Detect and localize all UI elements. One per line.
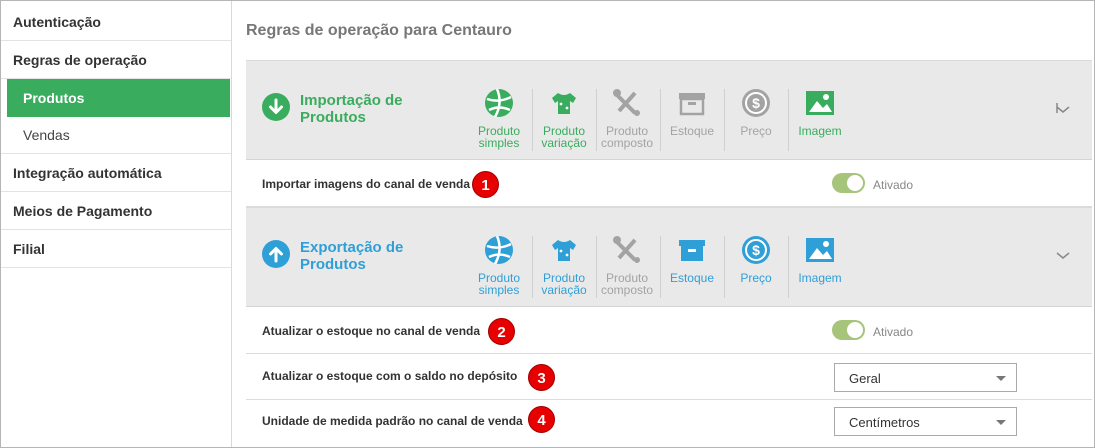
shirt-icon: [548, 234, 580, 266]
export-row-saldo-deposito: Atualizar o estoque com o saldo no depós…: [246, 354, 1092, 400]
chevron-down-icon[interactable]: [1054, 246, 1072, 264]
image-icon: [804, 87, 836, 119]
tools-icon: [611, 87, 643, 119]
import-op-imagem[interactable]: Imagem: [788, 87, 852, 137]
export-op-estoque[interactable]: Estoque: [660, 234, 724, 284]
import-op-produto-composto[interactable]: Produto composto: [595, 87, 659, 149]
arrow-down-circle-icon: [262, 93, 290, 121]
box-icon: [676, 234, 708, 266]
sidebar-item-regras-de-operacao[interactable]: Regras de operação: [1, 41, 231, 79]
sidebar-item-produtos[interactable]: Produtos: [7, 79, 230, 117]
export-op-produto-variacao[interactable]: Produto variação: [532, 234, 596, 296]
import-section-title: Importação de Produtos: [300, 92, 403, 126]
export-section-header[interactable]: Exportação de Produtos Produto simples Pr…: [246, 207, 1092, 307]
step-badge: 1: [472, 171, 499, 198]
import-op-produto-simples[interactable]: Produto simples: [467, 87, 531, 149]
dollar-icon: $: [740, 87, 772, 119]
dollar-icon: $: [740, 234, 772, 266]
import-op-produto-variacao[interactable]: Produto variação: [532, 87, 596, 149]
import-row-importar-imagens: Importar imagens do canal de venda 1 Ati…: [246, 161, 1092, 207]
import-section-header[interactable]: Importação de Produtos Produto simples Pr…: [246, 60, 1092, 160]
step-badge: 4: [528, 406, 555, 433]
box-icon: [676, 87, 708, 119]
export-row-atualizar-estoque: Atualizar o estoque no canal de venda 2 …: [246, 308, 1092, 354]
toggle-knob: [847, 322, 863, 338]
toggle-knob: [847, 175, 863, 191]
export-op-produto-simples[interactable]: Produto simples: [467, 234, 531, 296]
sidebar-item-vendas[interactable]: Vendas: [1, 116, 231, 154]
sidebar-item-filial[interactable]: Filial: [1, 230, 231, 268]
svg-text:$: $: [752, 242, 760, 258]
sidebar-item-meios-de-pagamento[interactable]: Meios de Pagamento: [1, 192, 231, 230]
shirt-icon: [548, 87, 580, 119]
atualizar-estoque-toggle[interactable]: [832, 320, 865, 340]
tools-icon: [611, 234, 643, 266]
sidebar: Autenticação Regras de operação Produtos…: [1, 1, 232, 447]
import-op-preco[interactable]: $ Preço: [724, 87, 788, 137]
select-value: Geral: [849, 371, 881, 386]
toggle-status-text: Ativado: [873, 325, 914, 339]
export-op-imagem[interactable]: Imagem: [788, 234, 852, 284]
export-op-preco[interactable]: $ Preço: [724, 234, 788, 284]
svg-text:$: $: [752, 95, 760, 111]
sidebar-item-autenticacao[interactable]: Autenticação: [1, 3, 231, 41]
deposito-select[interactable]: Geral: [834, 363, 1017, 392]
caret-down-icon: [996, 376, 1006, 381]
sidebar-item-integracao-automatica[interactable]: Integração automática: [1, 154, 231, 192]
import-op-estoque[interactable]: Estoque: [660, 87, 724, 137]
row-label: Atualizar o estoque no canal de venda: [262, 324, 481, 338]
unidade-medida-select[interactable]: Centímetros: [834, 407, 1017, 436]
toggle-status-text: Ativado: [873, 178, 914, 192]
caret-down-icon: [996, 420, 1006, 425]
export-section-title: Exportação de Produtos: [300, 239, 404, 273]
ball-icon: [483, 87, 515, 119]
image-icon: [804, 234, 836, 266]
row-label: Atualizar o estoque com o saldo no depós…: [262, 369, 518, 383]
ball-icon: [483, 234, 515, 266]
select-value: Centímetros: [849, 415, 920, 430]
export-row-unidade-medida: Unidade de medida padrão no canal de ven…: [246, 400, 1092, 446]
importar-imagens-toggle[interactable]: [832, 173, 865, 193]
page-title: Regras de operação para Centauro: [246, 22, 512, 39]
export-op-produto-composto[interactable]: Produto composto: [595, 234, 659, 296]
arrow-up-circle-icon: [262, 240, 290, 268]
step-badge: 2: [488, 318, 515, 345]
step-badge: 3: [528, 364, 555, 391]
chevron-down-icon[interactable]: [1054, 99, 1072, 117]
row-label: Importar imagens do canal de venda: [262, 177, 471, 191]
row-label: Unidade de medida padrão no canal de ven…: [262, 414, 523, 428]
